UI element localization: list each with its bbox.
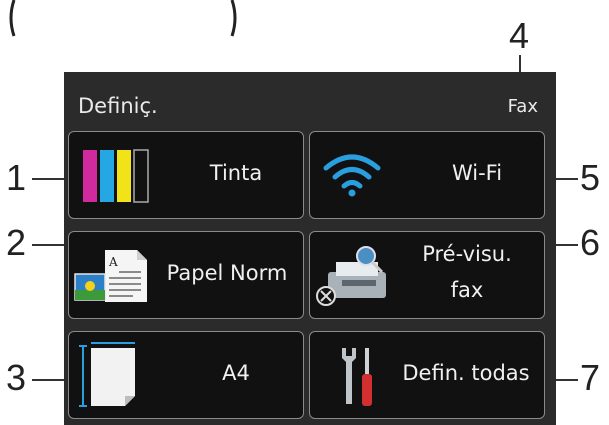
callout-7: 7 bbox=[580, 357, 601, 398]
callout-1: 1 bbox=[6, 157, 27, 198]
callout-6: 6 bbox=[580, 222, 601, 263]
callout-5: 5 bbox=[580, 157, 601, 198]
paper-type-tile-label: Papel Norm bbox=[166, 261, 288, 285]
ink-cartridges-icon bbox=[83, 149, 149, 203]
paper-size-icon bbox=[79, 342, 135, 407]
fax-preview-tile[interactable]: Pré-visu. fax bbox=[309, 231, 545, 319]
callout-2: 2 bbox=[6, 222, 27, 263]
figure: 1 2 3 4 5 6 7 Definiç. Fax Tinta Wi-Fi A… bbox=[0, 0, 609, 425]
fax-mode-indicator: Fax bbox=[507, 96, 538, 117]
screen-title: Definiç. bbox=[78, 94, 158, 118]
wifi-tile[interactable]: Wi-Fi bbox=[309, 131, 545, 219]
ink-tile[interactable]: Tinta bbox=[68, 131, 304, 219]
all-settings-tile[interactable]: Defin. todas bbox=[309, 331, 545, 419]
fax-preview-icon bbox=[316, 246, 386, 306]
all-settings-tile-label: Defin. todas bbox=[402, 361, 530, 385]
wifi-tile-label: Wi-Fi bbox=[451, 161, 503, 185]
paper-size-tile[interactable]: A4 bbox=[68, 331, 304, 419]
device-screen: Definiç. Fax Tinta Wi-Fi A Papel Norm Pr… bbox=[64, 72, 556, 425]
paper-type-tile[interactable]: A Papel Norm bbox=[68, 231, 304, 319]
callout-3: 3 bbox=[6, 357, 27, 398]
paper-type-icon: A bbox=[74, 250, 147, 302]
paper-size-tile-label: A4 bbox=[222, 361, 250, 385]
callout-4: 4 bbox=[509, 15, 530, 56]
ink-tile-label: Tinta bbox=[209, 161, 263, 185]
svg-text:A: A bbox=[108, 255, 118, 269]
fax-preview-label-line1: Pré-visu. bbox=[422, 242, 512, 266]
fax-preview-label-line2: fax bbox=[450, 278, 484, 302]
wifi-icon bbox=[323, 154, 381, 197]
tools-icon bbox=[342, 348, 372, 406]
